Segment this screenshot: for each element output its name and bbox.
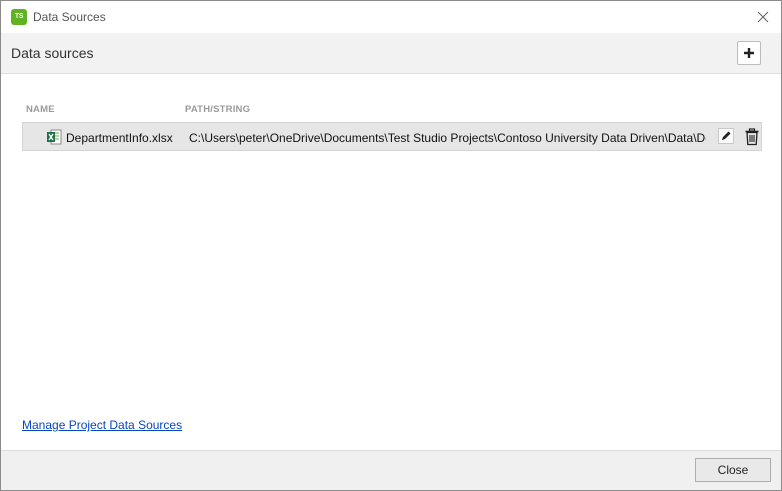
column-header-path: PATH/STRING xyxy=(185,104,251,115)
add-data-source-button[interactable] xyxy=(737,41,761,65)
close-icon xyxy=(757,11,769,23)
close-button[interactable]: Close xyxy=(695,458,771,482)
footer-bar: Close xyxy=(1,450,781,490)
data-source-name: DepartmentInfo.xlsx xyxy=(66,131,173,145)
manage-project-data-sources-link[interactable]: Manage Project Data Sources xyxy=(22,418,182,432)
table-row[interactable]: DepartmentInfo.xlsx C:\Users\peter\OneDr… xyxy=(22,122,762,151)
data-sources-dialog: TS Data Sources Data sources NAME PATH/S… xyxy=(0,0,782,491)
pencil-icon xyxy=(718,128,734,144)
column-header-name: NAME xyxy=(26,104,55,115)
trash-icon xyxy=(745,128,759,146)
delete-data-source-button[interactable] xyxy=(744,128,760,146)
window-title: Data Sources xyxy=(33,10,106,24)
header-bar: Data sources xyxy=(1,33,781,74)
close-window-button[interactable] xyxy=(753,7,773,27)
page-title: Data sources xyxy=(11,45,94,61)
plus-icon xyxy=(744,48,754,58)
test-studio-app-icon: TS xyxy=(11,9,27,25)
excel-file-icon xyxy=(46,129,62,145)
data-source-path: C:\Users\peter\OneDrive\Documents\Test S… xyxy=(189,131,706,145)
title-bar: TS Data Sources xyxy=(1,1,781,33)
edit-data-source-button[interactable] xyxy=(718,128,734,144)
